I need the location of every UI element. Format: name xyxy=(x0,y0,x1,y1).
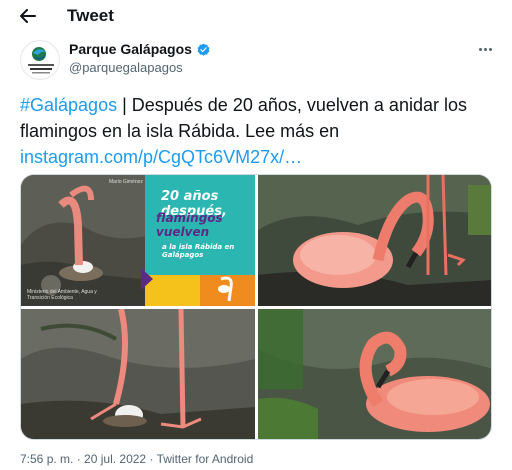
meta-separator: · xyxy=(146,452,157,466)
avatar[interactable] xyxy=(20,40,60,80)
verified-badge-icon xyxy=(197,43,210,56)
flamingo-resting-photo xyxy=(258,309,491,439)
page-title: Tweet xyxy=(67,6,114,25)
source-link[interactable]: Twitter for Android xyxy=(157,452,254,466)
instagram-link[interactable]: instagram.com/p/CgQTc6VM27x/… xyxy=(20,147,302,167)
top-bar: Tweet xyxy=(0,0,512,34)
media-photo-3[interactable] xyxy=(21,309,255,439)
author-handle[interactable]: @parquegalapagos xyxy=(69,60,183,75)
author-name[interactable]: Parque Galápagos xyxy=(69,41,211,57)
meta-separator: · xyxy=(73,452,85,466)
tweet-text: #Galápagos | Después de 20 años, vuelven… xyxy=(20,92,500,170)
more-dot-icon xyxy=(483,47,487,51)
overlay-line-2: flamingos vuelven xyxy=(156,211,223,239)
media-photo-4[interactable] xyxy=(258,309,491,439)
more-dot-icon xyxy=(488,47,492,51)
ministry-credit: Ministerio del Ambiente, Agua y Transici… xyxy=(27,289,97,301)
media-photo-2[interactable] xyxy=(258,175,491,306)
photo-credit: Mario Giménez xyxy=(109,179,143,185)
timestamp-link[interactable]: 7:56 p. m. · 20 jul. 2022 xyxy=(20,452,146,466)
hashtag-link[interactable]: #Galápagos xyxy=(20,95,117,115)
arrow-left-icon xyxy=(20,9,36,23)
more-options-button[interactable] xyxy=(474,42,496,56)
media-photo-1[interactable]: 20 años después, flamingos vuelven a la … xyxy=(21,175,255,306)
back-button[interactable] xyxy=(14,4,42,28)
flamingo-preening-photo xyxy=(258,175,491,306)
overlay-line-3: a la isla Rábida en Galápagos xyxy=(162,243,235,259)
author-name-text: Parque Galápagos xyxy=(69,41,192,57)
media-grid: 20 años después, flamingos vuelven a la … xyxy=(20,174,492,440)
parque-galapagos-logo-icon xyxy=(28,47,54,74)
tweet-date: 20 jul. 2022 xyxy=(84,452,147,466)
tweet-time: 7:56 p. m. xyxy=(20,452,74,466)
flamingo-legs-chick-photo xyxy=(21,309,255,439)
more-dot-icon xyxy=(478,47,482,51)
tweet-metadata: 7:56 p. m. · 20 jul. 2022 · Twitter for … xyxy=(20,452,253,466)
